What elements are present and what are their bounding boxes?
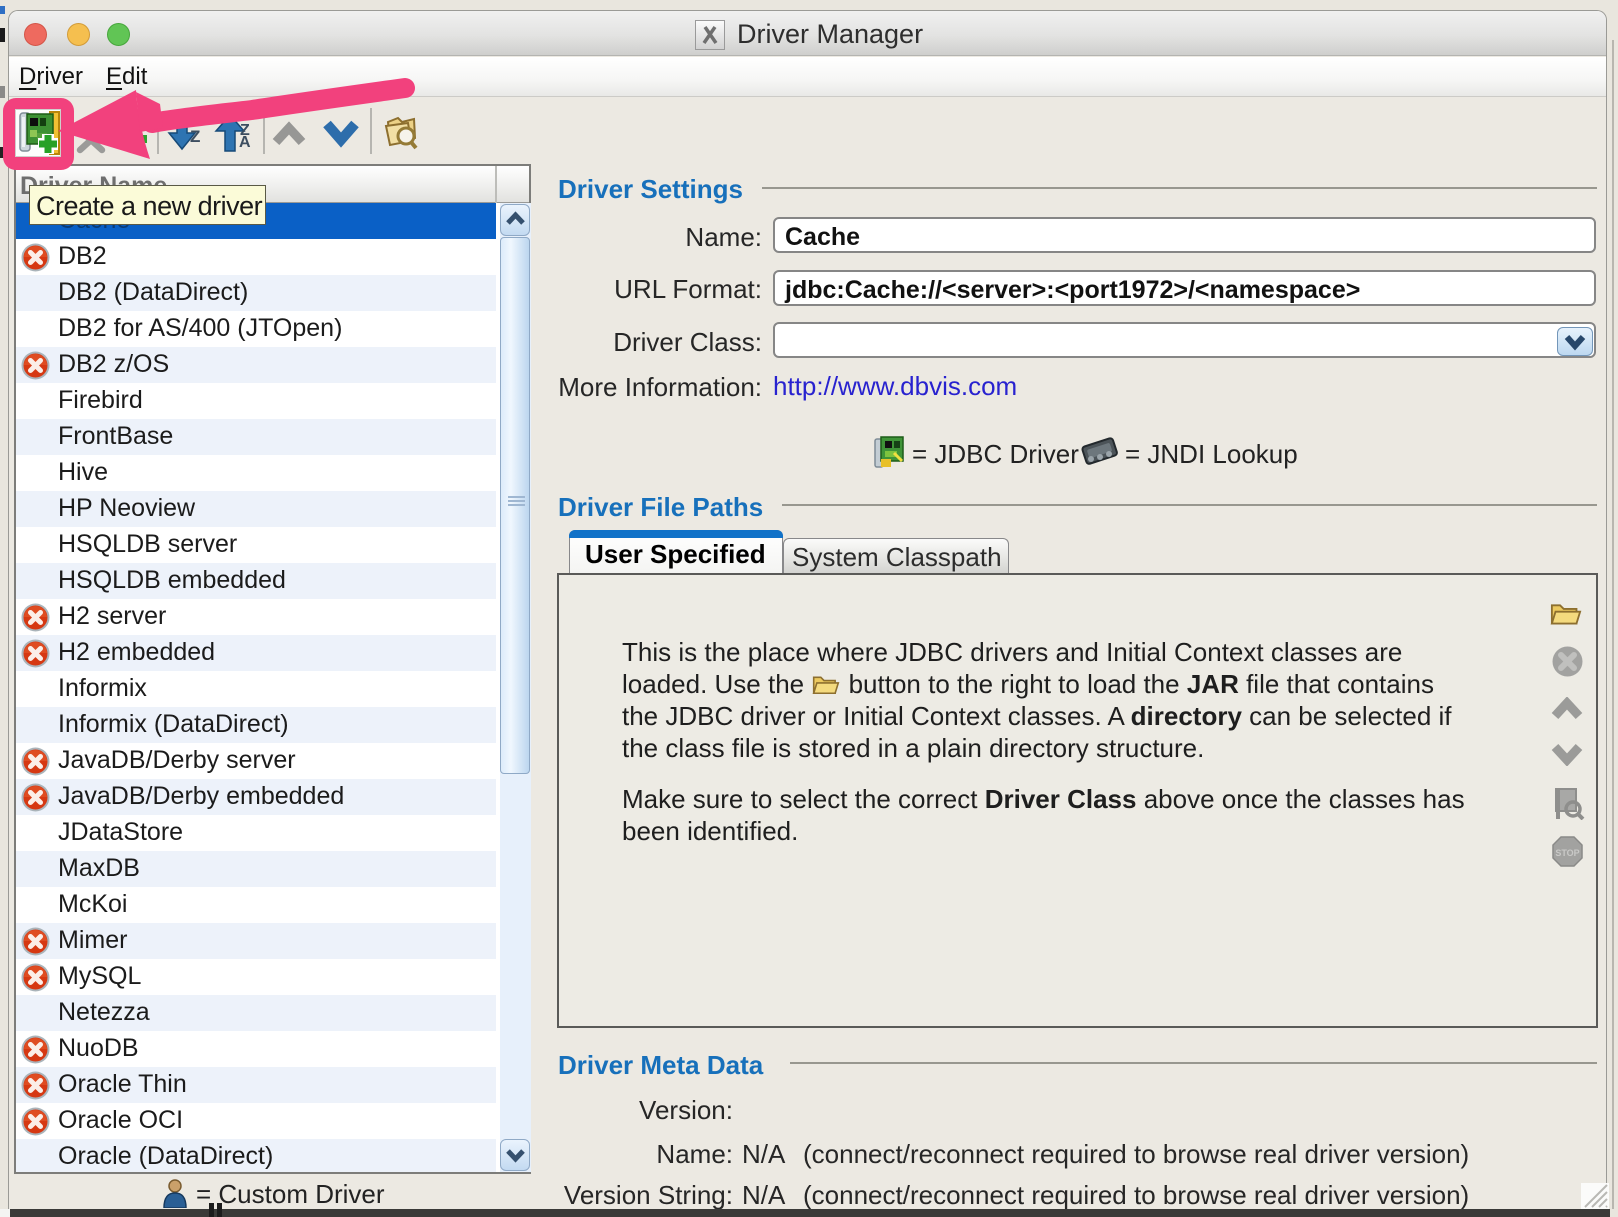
svg-text:STOP: STOP — [1555, 848, 1579, 858]
